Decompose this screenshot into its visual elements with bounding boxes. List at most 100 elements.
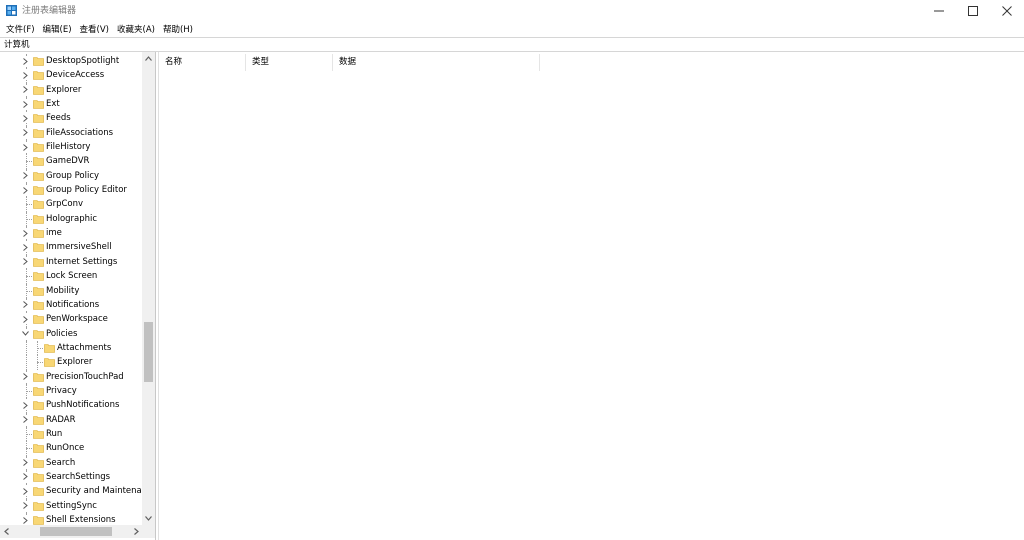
address-path[interactable]: 计算机	[4, 39, 30, 51]
chevron-right-icon[interactable]	[20, 299, 30, 310]
tree-node[interactable]: Group Policy Editor	[0, 183, 142, 198]
key-tree-pane[interactable]: DesktopSpotlight DeviceAccess Explorer Ext F…	[0, 52, 156, 540]
close-button[interactable]	[990, 0, 1024, 22]
chevron-right-icon[interactable]	[20, 127, 30, 138]
tree-node[interactable]: PushNotifications	[0, 398, 142, 413]
tree-node[interactable]: Attachments	[0, 340, 142, 356]
tree-node[interactable]: DeviceAccess	[0, 68, 142, 83]
tree-node[interactable]: GrpConv	[0, 197, 142, 212]
tree-node[interactable]: SettingSync	[0, 498, 142, 513]
chevron-right-icon[interactable]	[20, 185, 30, 196]
chevron-right-icon[interactable]	[20, 142, 30, 153]
tree-node[interactable]: Search	[0, 455, 142, 470]
tree-node[interactable]: PenWorkspace	[0, 312, 142, 327]
tree-node[interactable]: GameDVR	[0, 154, 142, 169]
menu-help[interactable]: 帮助(H)	[159, 23, 197, 37]
tree-node-label[interactable]: ImmersiveShell	[46, 241, 112, 253]
tree-node-label[interactable]: Run	[46, 428, 62, 440]
tree-node[interactable]: Feeds	[0, 111, 142, 126]
tree-node-label[interactable]: Search	[46, 457, 75, 469]
tree-node[interactable]: DesktopSpotlight	[0, 54, 142, 69]
tree-horizontal-scroll-thumb[interactable]	[40, 527, 112, 536]
tree-node[interactable]: Explorer	[0, 355, 142, 370]
minimize-button[interactable]	[922, 0, 956, 22]
tree-node-label[interactable]: Explorer	[46, 84, 81, 96]
tree-node[interactable]: PrecisionTouchPad	[0, 369, 142, 384]
chevron-right-icon[interactable]	[20, 371, 30, 382]
tree-node[interactable]: Privacy	[0, 383, 142, 399]
tree-node-label[interactable]: ime	[46, 227, 62, 239]
tree-node-label[interactable]: Explorer	[57, 356, 92, 368]
tree-node[interactable]: Security and Maintenar	[0, 484, 142, 499]
tree-node-label[interactable]: PushNotifications	[46, 399, 119, 411]
tree-node[interactable]: ImmersiveShell	[0, 240, 142, 255]
tree-vertical-scroll-thumb[interactable]	[144, 322, 153, 382]
tree-node-label[interactable]: Security and Maintenar	[46, 485, 142, 497]
tree-node[interactable]: Group Policy	[0, 168, 142, 184]
tree-node-label[interactable]: Group Policy	[46, 170, 99, 182]
tree-node[interactable]: Lock Screen	[0, 269, 142, 284]
tree-node-label[interactable]: Attachments	[57, 342, 111, 354]
tree-node[interactable]: SearchSettings	[0, 469, 142, 485]
chevron-right-icon[interactable]	[20, 242, 30, 253]
tree-node-label[interactable]: Feeds	[46, 112, 71, 124]
tree-node-label[interactable]: SearchSettings	[46, 471, 110, 483]
tree-node-label[interactable]: Notifications	[46, 299, 99, 311]
tree-node[interactable]: RunOnce	[0, 441, 142, 456]
tree-node-label[interactable]: RADAR	[46, 414, 76, 426]
tree-node[interactable]: Mobility	[0, 283, 142, 298]
chevron-right-icon[interactable]	[20, 457, 30, 468]
tree-node[interactable]: FileAssociations	[0, 125, 142, 141]
chevron-right-icon[interactable]	[20, 486, 30, 497]
tree-node-label[interactable]: Mobility	[46, 285, 79, 297]
tree-node-label[interactable]: PrecisionTouchPad	[46, 371, 124, 383]
chevron-right-icon[interactable]	[20, 70, 30, 81]
scroll-down-arrow-icon[interactable]	[142, 512, 155, 525]
tree-node[interactable]: Notifications	[0, 297, 142, 313]
tree-vertical-scrollbar[interactable]	[142, 52, 155, 525]
tree-node[interactable]: FileHistory	[0, 140, 142, 155]
tree-node-label[interactable]: Group Policy Editor	[46, 184, 127, 196]
chevron-right-icon[interactable]	[20, 515, 30, 525]
address-bar[interactable]: 计算机	[0, 37, 1024, 52]
chevron-right-icon[interactable]	[20, 400, 30, 411]
chevron-right-icon[interactable]	[20, 113, 30, 124]
key-tree[interactable]: DesktopSpotlight DeviceAccess Explorer Ext F…	[0, 54, 142, 526]
tree-node[interactable]: RADAR	[0, 412, 142, 427]
tree-node[interactable]: Internet Settings	[0, 254, 142, 270]
tree-node[interactable]: ime	[0, 226, 142, 241]
menu-favorites[interactable]: 收藏夹(A)	[113, 23, 159, 37]
tree-node-label[interactable]: Policies	[46, 328, 77, 340]
tree-node-label[interactable]: DesktopSpotlight	[46, 55, 119, 67]
chevron-right-icon[interactable]	[20, 228, 30, 239]
tree-node-label[interactable]: Privacy	[46, 385, 77, 397]
menu-edit[interactable]: 编辑(E)	[39, 23, 76, 37]
tree-node-label[interactable]: GameDVR	[46, 155, 89, 167]
tree-horizontal-scrollbar[interactable]	[0, 525, 155, 538]
column-header-type[interactable]: 类型	[246, 54, 333, 71]
tree-node[interactable]: Policies	[0, 326, 142, 341]
tree-node-label[interactable]: RunOnce	[46, 442, 84, 454]
chevron-right-icon[interactable]	[20, 170, 30, 181]
values-list-pane[interactable]: 名称 类型 数据	[158, 52, 1024, 540]
chevron-right-icon[interactable]	[20, 414, 30, 425]
tree-node-label[interactable]: PenWorkspace	[46, 313, 108, 325]
maximize-button[interactable]	[956, 0, 990, 22]
menu-file[interactable]: 文件(F)	[2, 23, 39, 37]
scroll-right-arrow-icon[interactable]	[130, 525, 143, 538]
chevron-right-icon[interactable]	[20, 314, 30, 325]
chevron-right-icon[interactable]	[20, 99, 30, 110]
tree-node-label[interactable]: DeviceAccess	[46, 69, 104, 81]
tree-node[interactable]: Run	[0, 426, 142, 442]
chevron-right-icon[interactable]	[20, 256, 30, 267]
chevron-right-icon[interactable]	[20, 500, 30, 511]
chevron-down-icon[interactable]	[20, 328, 30, 339]
chevron-right-icon[interactable]	[20, 56, 30, 66]
chevron-right-icon[interactable]	[20, 84, 30, 95]
tree-node-label[interactable]: Ext	[46, 98, 60, 110]
tree-node-label[interactable]: SettingSync	[46, 500, 97, 512]
tree-node[interactable]: Explorer	[0, 82, 142, 98]
tree-node-label[interactable]: FileAssociations	[46, 127, 113, 139]
tree-node[interactable]: Ext	[0, 97, 142, 112]
tree-node-label[interactable]: Lock Screen	[46, 270, 97, 282]
